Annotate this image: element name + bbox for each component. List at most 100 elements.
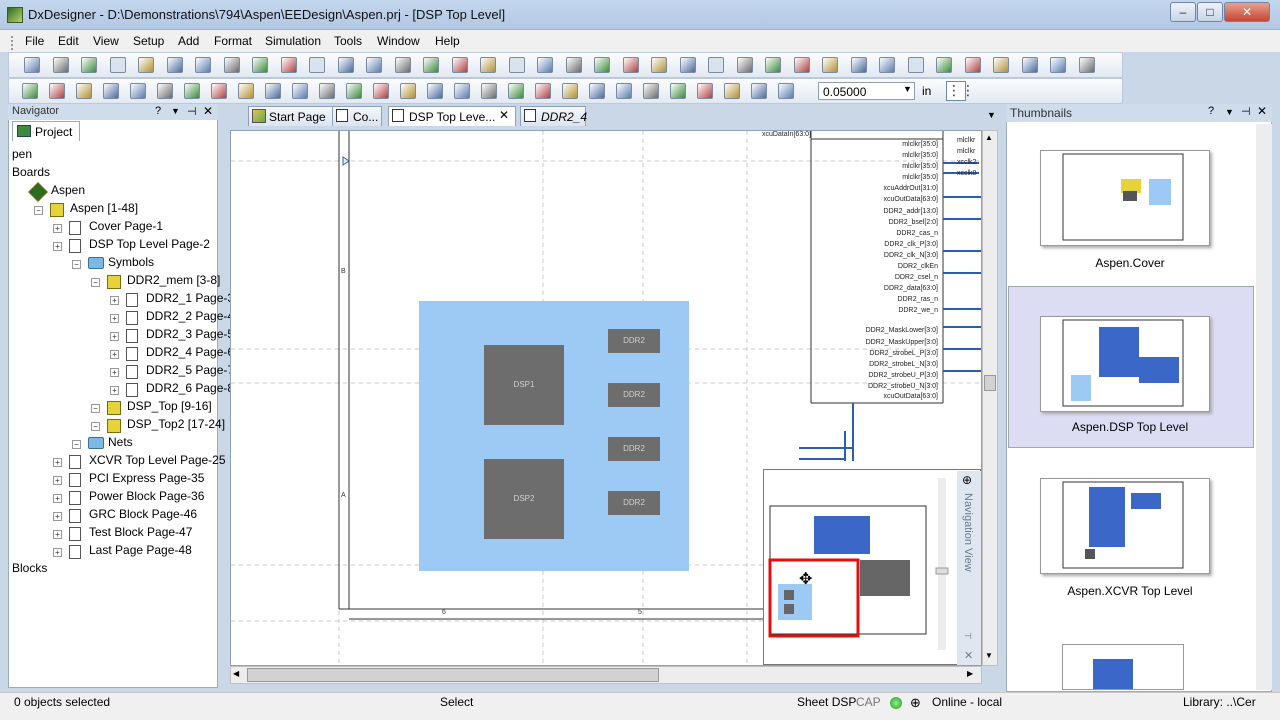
scroll-right-icon[interactable]: ▶ <box>967 669 973 678</box>
toolbar-icon[interactable] <box>616 83 632 99</box>
expand-toggle-icon[interactable]: + <box>53 242 62 251</box>
tab-list-dropdown-icon[interactable]: ▼ <box>987 110 996 120</box>
toolbar-icon[interactable] <box>724 83 740 99</box>
expand-toggle-icon[interactable]: + <box>53 512 62 521</box>
toolbar-icon[interactable] <box>850 57 867 73</box>
toolbar-icon[interactable] <box>280 57 297 73</box>
expand-toggle-icon[interactable]: + <box>110 350 119 359</box>
close-button[interactable]: ✕ <box>1224 2 1270 22</box>
toolbar-icon[interactable] <box>157 83 173 99</box>
toolbar-icon[interactable] <box>103 83 119 99</box>
tree-item[interactable]: DDR2_2 Page-4 <box>146 309 234 323</box>
toolbar-icon[interactable] <box>1021 57 1038 73</box>
close-tab-icon[interactable]: ✕ <box>499 108 509 122</box>
grid-size-dropdown-icon[interactable]: ▼ <box>903 84 912 94</box>
expand-toggle-icon[interactable]: + <box>110 386 119 395</box>
toolbar-icon[interactable] <box>49 83 65 99</box>
expand-toggle-icon[interactable]: + <box>110 296 119 305</box>
toolbar-icon[interactable] <box>907 57 924 73</box>
expand-toggle-icon[interactable]: + <box>53 476 62 485</box>
menu-window[interactable]: Window <box>377 34 420 48</box>
thumbnail-xcvr-top-level[interactable] <box>1040 478 1210 574</box>
close-panel-icon[interactable]: ✕ <box>203 104 213 118</box>
tree-item[interactable]: Symbols <box>108 255 154 269</box>
toolbar-icon[interactable] <box>964 57 981 73</box>
toolbar-icon[interactable] <box>822 57 838 73</box>
tree-item[interactable]: Blocks <box>12 561 47 575</box>
tree-item[interactable]: Test Block Page-47 <box>89 525 192 539</box>
navigation-view-panel[interactable] <box>763 469 981 665</box>
grid-toggle-icon[interactable]: ⋮⋮ <box>946 81 975 101</box>
help-icon[interactable]: ? <box>155 105 161 117</box>
toolbar-icon[interactable] <box>537 57 553 73</box>
toolbar-icon[interactable] <box>594 57 610 73</box>
toolbar-icon[interactable] <box>130 83 146 99</box>
schematic-canvas[interactable]: DSP1 DSP2 DDR2 DDR2 DDR2 DDR2 B A 6 5 xc… <box>230 130 982 666</box>
toolbar-icon[interactable] <box>751 83 767 99</box>
tree-item[interactable]: Aspen <box>51 183 85 197</box>
toolbar-icon[interactable] <box>22 83 38 99</box>
toolbar-icon[interactable] <box>508 57 525 73</box>
toolbar-icon[interactable] <box>211 83 227 99</box>
toolbar-icon[interactable] <box>936 57 952 73</box>
menu-help[interactable]: Help <box>435 34 460 48</box>
toolbar-icon[interactable] <box>109 57 126 73</box>
toolbar-icon[interactable] <box>252 57 268 73</box>
menu-edit[interactable]: Edit <box>58 34 79 48</box>
horizontal-scrollbar[interactable]: ◀ ▶ <box>230 666 982 684</box>
scroll-down-icon[interactable]: ▼ <box>985 651 993 660</box>
expand-toggle-icon[interactable]: − <box>72 440 81 449</box>
toolbar-icon[interactable] <box>622 57 639 73</box>
tree-item[interactable]: DDR2_4 Page-6 <box>146 345 234 359</box>
toolbar-icon[interactable] <box>565 57 582 73</box>
minimize-button[interactable]: – <box>1170 2 1196 22</box>
thumbnail-cover[interactable] <box>1040 150 1210 246</box>
toolbar-icon[interactable] <box>81 57 97 73</box>
tree-item[interactable]: Boards <box>12 165 50 179</box>
toolbar-icon[interactable] <box>778 83 794 99</box>
expand-toggle-icon[interactable]: + <box>53 224 62 233</box>
vertical-scrollbar[interactable]: ▲ ▼ <box>982 130 998 666</box>
toolbar-icon[interactable] <box>309 57 325 73</box>
toolbar-icon[interactable] <box>238 83 254 99</box>
scroll-up-icon[interactable]: ▲ <box>985 133 993 142</box>
toolbar-icon[interactable] <box>265 83 281 99</box>
toolbar-icon[interactable] <box>451 57 468 73</box>
tree-item[interactable]: DSP_Top2 [17-24] <box>127 417 225 431</box>
tree-item[interactable]: DDR2_5 Page-7 <box>146 363 234 377</box>
toolbar-icon[interactable] <box>223 57 240 73</box>
tree-item[interactable]: Cover Page-1 <box>89 219 163 233</box>
thumbs-close-icon[interactable]: ✕ <box>1257 104 1267 118</box>
expand-toggle-icon[interactable]: − <box>34 206 43 215</box>
toolbar-icon[interactable] <box>535 83 551 99</box>
vscroll-thumb[interactable] <box>984 375 996 391</box>
toolbar-icon[interactable] <box>427 83 443 99</box>
expand-toggle-icon[interactable]: − <box>91 422 100 431</box>
tree-item[interactable]: DDR2_mem [3-8] <box>127 273 220 287</box>
menu-simulation[interactable]: Simulation <box>265 34 321 48</box>
toolbar-icon[interactable] <box>454 83 470 99</box>
close-nav-icon[interactable]: ✕ <box>964 649 973 662</box>
toolbar-icon[interactable] <box>793 57 810 73</box>
toolbar-icon[interactable] <box>24 57 40 73</box>
thumbs-pin-icon[interactable]: ⊣ <box>1241 105 1251 118</box>
thumbs-help-icon[interactable]: ? <box>1208 105 1214 117</box>
menu-add[interactable]: Add <box>178 34 199 48</box>
pin-icon[interactable]: ⊣ <box>187 105 197 118</box>
thumbnail-dsp-top-level[interactable] <box>1040 316 1210 412</box>
pin-nav-icon[interactable]: ⊣ <box>964 631 972 642</box>
toolbar-icon[interactable] <box>1078 57 1095 73</box>
tree-item[interactable]: DDR2_1 Page-3 <box>146 291 234 305</box>
toolbar-icon[interactable] <box>337 57 354 73</box>
toolbar-icon[interactable] <box>346 83 362 99</box>
toolbar-icon[interactable] <box>319 83 335 99</box>
expand-toggle-icon[interactable]: + <box>110 332 119 341</box>
toolbar-icon[interactable] <box>52 57 69 73</box>
thumbs-dropdown-icon[interactable]: ▼ <box>1225 107 1234 117</box>
grid-size-input[interactable]: 0.05000 <box>818 82 915 100</box>
menu-setup[interactable]: Setup <box>133 34 164 48</box>
expand-toggle-icon[interactable]: + <box>110 368 119 377</box>
tree-item[interactable]: XCVR Top Level Page-25 <box>89 453 226 467</box>
toolbar-icon[interactable] <box>400 83 416 99</box>
tree-item[interactable]: PCI Express Page-35 <box>89 471 204 485</box>
